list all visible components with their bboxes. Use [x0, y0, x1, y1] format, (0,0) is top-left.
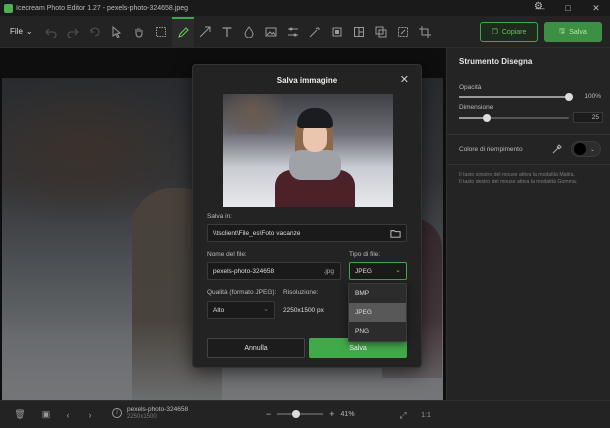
magic-icon[interactable] [304, 17, 326, 47]
file-menu[interactable]: File ⌄ [0, 27, 40, 36]
zoom-percent: 41% [340, 410, 355, 418]
chevron-down-icon: ⌄ [25, 27, 33, 36]
save-in-field[interactable]: \\tsclient\File_es\Foto vacanze [207, 224, 407, 242]
filename-label: Nome del file: [207, 251, 247, 258]
eyedropper-icon[interactable] [551, 142, 565, 156]
quality-value: Alto [213, 306, 225, 314]
window-title: Icecream Photo Editor 1.27 - pexels-phot… [16, 4, 188, 12]
redo-icon[interactable] [62, 17, 84, 47]
size-label: Dimensione [459, 104, 494, 111]
info-icon[interactable]: i [112, 408, 122, 418]
zoom-slider-thumb[interactable] [292, 410, 301, 418]
filetype-dropdown: BMP JPEG PNG [348, 283, 407, 342]
undo-icon[interactable] [40, 17, 62, 47]
opacity-label: Opacità [459, 84, 482, 91]
filetype-option[interactable]: PNG [349, 322, 406, 341]
filetype-select[interactable]: JPEG ⌄ [349, 262, 407, 280]
size-slider[interactable] [459, 114, 569, 122]
hint-line-2: Il tasto destro del mouse attiva la moda… [459, 179, 578, 185]
file-menu-label: File [10, 27, 23, 36]
prev-image-icon[interactable]: ‹ [58, 405, 78, 425]
maximize-button[interactable]: □ [554, 3, 582, 13]
filetype-label: Tipo di file: [349, 251, 381, 258]
select-icon[interactable] [150, 17, 172, 47]
panel-divider [447, 134, 610, 135]
opacity-slider-thumb[interactable] [565, 93, 573, 101]
zoom-in-icon[interactable]: + [329, 409, 334, 419]
opacity-value: 100% [584, 93, 601, 100]
opacity-slider[interactable] [459, 93, 573, 101]
crop-frame-icon[interactable] [326, 17, 348, 47]
layers-icon[interactable] [370, 17, 392, 47]
fill-color-picker[interactable]: ⌄ [571, 141, 601, 157]
zoom-slider[interactable] [277, 410, 324, 418]
arrow-icon[interactable] [194, 17, 216, 47]
copy-icon: ❐ [491, 29, 498, 36]
filetype-option[interactable]: BMP [349, 284, 406, 303]
fit-screen-icon[interactable]: ⤢ [393, 405, 413, 425]
crop-icon[interactable] [414, 17, 436, 47]
save-icon: 🖫 [559, 27, 566, 35]
file-name: pexels-photo-324658 [127, 406, 189, 413]
file-extension: .jpg [323, 267, 334, 275]
hint-line-1: Il tasto sinistro del mouse attiva la mo… [459, 172, 575, 178]
settings-gear-icon[interactable]: ⚙ [534, 1, 543, 12]
size-value-input[interactable]: 25 [573, 112, 603, 123]
adjust-icon[interactable] [282, 17, 304, 47]
save-button[interactable]: 🖫 Salva [544, 22, 602, 42]
filename-value: pexels-photo-324658 [213, 267, 275, 275]
opacity-slider-fill [459, 96, 569, 98]
filename-input[interactable]: pexels-photo-324658 .jpg [207, 262, 341, 280]
bottom-bar: 🗑 ▣ ‹ › i pexels-photo-324658 2250x1500 … [0, 400, 610, 428]
save-button-label: Salva [569, 28, 587, 36]
resolution-value: 2250x1500 px [283, 307, 324, 314]
app-window: Icecream Photo Editor 1.27 - pexels-phot… [0, 0, 610, 428]
layout-icon[interactable] [348, 17, 370, 47]
hand-icon[interactable] [128, 17, 150, 47]
title-bar: Icecream Photo Editor 1.27 - pexels-phot… [0, 0, 610, 16]
actual-size-button[interactable]: 1:1 [416, 405, 436, 425]
chevron-down-icon: ⌄ [590, 146, 596, 153]
image-preview [223, 94, 393, 207]
dialog-close-icon[interactable]: ✕ [400, 73, 409, 86]
close-window-button[interactable]: ✕ [582, 3, 610, 14]
drop-icon[interactable] [238, 17, 260, 47]
quality-select[interactable]: Alto ⌄ [207, 301, 275, 319]
image-icon[interactable] [260, 17, 282, 47]
next-image-icon[interactable]: › [80, 405, 100, 425]
gallery-icon[interactable]: ▣ [36, 405, 56, 425]
toolbar: File ⌄ ❐ Copiare 🖫 Salva [0, 16, 610, 48]
cursor-icon[interactable] [106, 17, 128, 47]
toolbar-actions: ❐ Copiare 🖫 Salva [480, 22, 602, 42]
save-in-label: Salva in: [207, 213, 232, 220]
chevron-down-icon: ⌄ [395, 267, 401, 274]
size-slider-thumb[interactable] [483, 114, 491, 122]
zoom-out-icon[interactable]: − [266, 409, 271, 419]
folder-icon[interactable] [390, 228, 401, 239]
panel-title: Strumento Disegna [459, 57, 533, 66]
zoom-controls: − + 41% [266, 409, 355, 419]
app-logo-icon [4, 3, 13, 13]
chevron-down-icon: ⌄ [263, 306, 269, 313]
resolution-label: Risoluzione: [283, 289, 319, 296]
fill-color-swatch [574, 143, 586, 155]
filetype-value: JPEG [355, 267, 372, 275]
trash-icon[interactable]: 🗑 [10, 405, 30, 425]
text-icon[interactable] [216, 17, 238, 47]
copy-button-label: Copiare [501, 28, 527, 36]
cancel-button[interactable]: Annulla [207, 338, 305, 358]
quality-label: Qualità (formato JPEG): [207, 289, 277, 296]
file-dimensions: 2250x1500 [127, 414, 157, 420]
export-icon[interactable] [392, 17, 414, 47]
file-info: i pexels-photo-324658 2250x1500 [112, 406, 188, 420]
copy-button[interactable]: ❐ Copiare [480, 22, 538, 42]
panel-divider [447, 164, 610, 165]
rotate-icon[interactable] [84, 17, 106, 47]
tool-hint: Il tasto sinistro del mouse attiva la mo… [459, 172, 605, 186]
properties-panel: Strumento Disegna Opacità 100% Dimension… [446, 48, 610, 400]
brush-icon[interactable] [172, 16, 194, 47]
dialog-title: Salva immagine [276, 76, 338, 85]
save-in-value: \\tsclient\File_es\Foto vacanze [213, 229, 301, 237]
filetype-option[interactable]: JPEG [349, 303, 406, 322]
